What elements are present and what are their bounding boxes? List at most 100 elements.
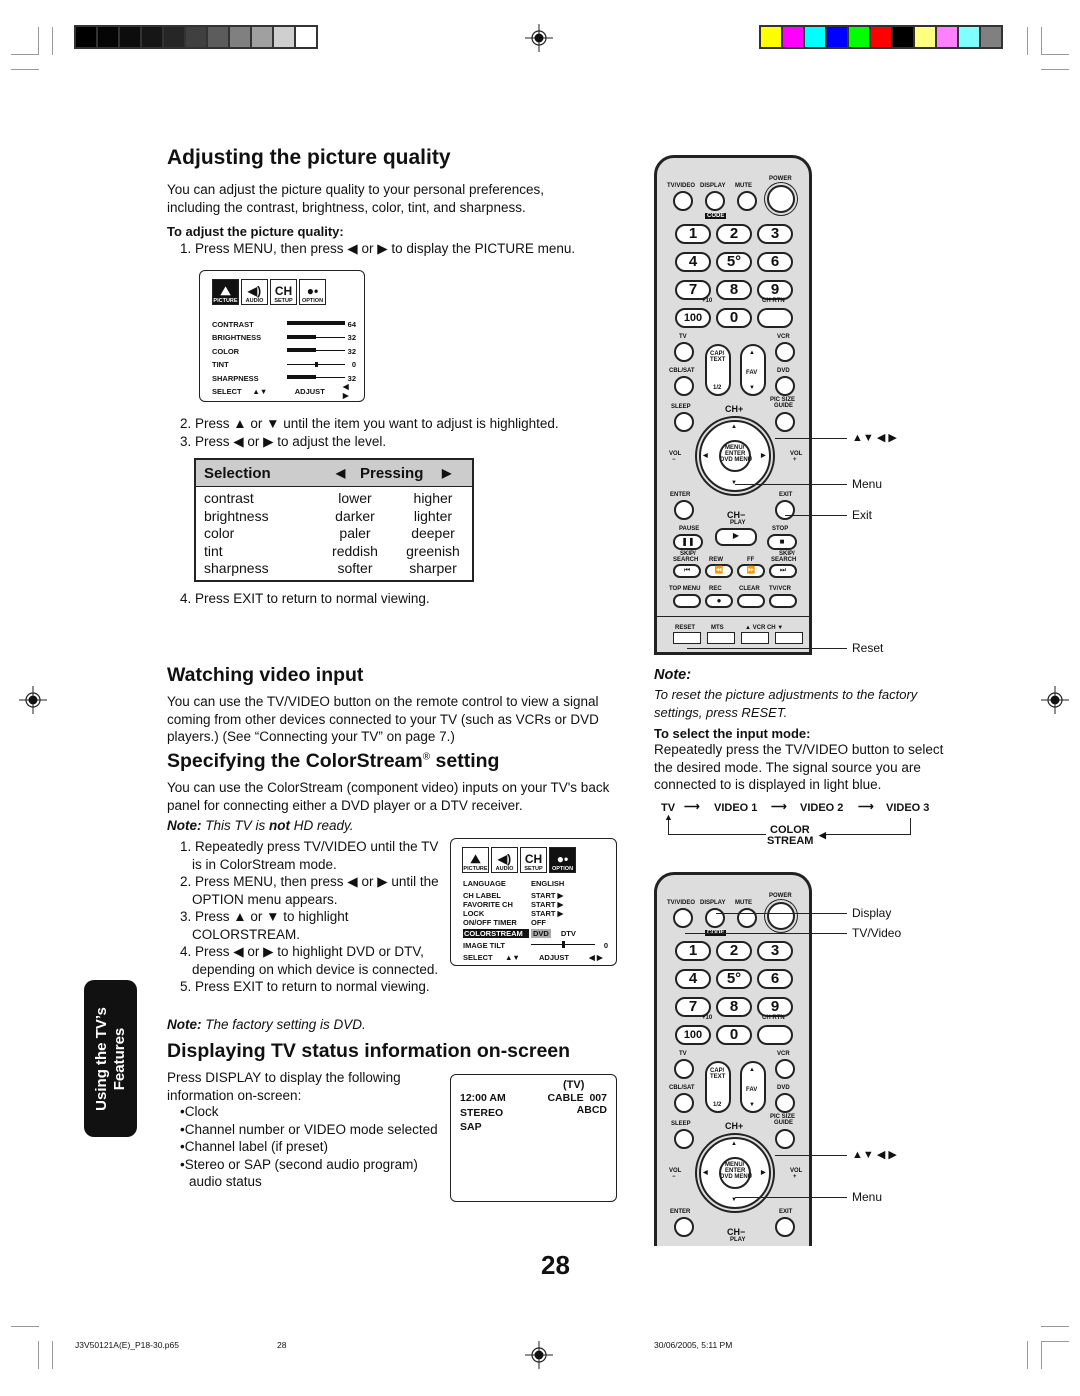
footer-page: 28 xyxy=(277,1340,287,1350)
picture-quality-subhead: To adjust the picture quality: xyxy=(167,224,344,239)
rew-label: REW xyxy=(709,557,723,563)
digit-button-100[interactable]: 100 xyxy=(675,308,711,328)
digit-button-4[interactable]: 4 xyxy=(675,252,711,272)
cblsat-button[interactable] xyxy=(674,376,694,396)
vcrch-up-button[interactable] xyxy=(741,632,769,644)
setting-slider-fill xyxy=(287,348,316,352)
crop-mark xyxy=(38,27,39,55)
tvvideo-button[interactable] xyxy=(673,191,693,211)
digit-button-chrtn[interactable] xyxy=(757,308,793,328)
mts-button[interactable] xyxy=(707,632,735,644)
status-bullet-item: •Channel number or VIDEO mode selected xyxy=(180,1121,438,1137)
digit-button-7[interactable]: 7 xyxy=(675,997,711,1017)
vcrch-down-button[interactable] xyxy=(775,632,803,644)
digit-button-5°[interactable]: 5° xyxy=(716,969,752,989)
flow-return-line xyxy=(910,818,911,835)
color-swatch xyxy=(142,27,162,47)
exit-label: EXIT xyxy=(779,1209,793,1215)
display-button[interactable] xyxy=(705,191,725,211)
digit-button-1[interactable]: 1 xyxy=(675,941,711,961)
vcr-button[interactable] xyxy=(775,1059,795,1079)
mute-button[interactable] xyxy=(737,191,757,211)
tv-button[interactable] xyxy=(674,1059,694,1079)
crop-mark xyxy=(52,27,53,55)
exit-button[interactable] xyxy=(775,1217,795,1237)
increase-cell: higher xyxy=(413,490,453,506)
factory-setting-note: Note: The factory setting is DVD. xyxy=(167,1016,366,1034)
setting-value: 0 xyxy=(351,360,356,369)
play-button[interactable]: ▶ xyxy=(715,528,757,546)
sleep-button[interactable] xyxy=(674,1129,694,1149)
digit-button-6[interactable]: 6 xyxy=(757,252,793,272)
skip-back-button[interactable]: ⏮ xyxy=(673,564,701,578)
adjust-arrows-icon: ◀ ▶ xyxy=(589,952,603,962)
color-swatch xyxy=(893,27,913,47)
enter-button[interactable] xyxy=(674,500,694,520)
skip-forward-button[interactable]: ⏭ xyxy=(769,564,797,578)
section-title-picture-quality: Adjusting the picture quality xyxy=(167,146,451,169)
pause-button[interactable]: ❚❚ xyxy=(673,534,703,550)
digit-button-4[interactable]: 4 xyxy=(675,969,711,989)
label-tvvideo: TV/VIDEO xyxy=(667,900,696,906)
digit-button-8[interactable]: 8 xyxy=(716,997,752,1017)
digit-button-2[interactable]: 2 xyxy=(716,941,752,961)
rew-button[interactable]: ⏪ xyxy=(705,564,733,578)
picture-setting-row: BRIGHTNESS 32 xyxy=(212,332,356,344)
tv-button[interactable] xyxy=(674,342,694,362)
status-channel: CABLE 007 xyxy=(547,1092,607,1104)
dvd-button[interactable] xyxy=(775,1093,795,1113)
dvd-menu-label: DVD MENU xyxy=(720,457,753,463)
digit-button-6[interactable]: 6 xyxy=(757,969,793,989)
tvvcr-button[interactable] xyxy=(769,594,797,608)
flow-arrow-icon: ⟶ xyxy=(771,801,787,813)
tvvideo-button[interactable] xyxy=(673,908,693,928)
rec-button[interactable]: ● xyxy=(705,594,733,608)
reset-button[interactable] xyxy=(673,632,701,644)
mute-button[interactable] xyxy=(737,908,757,928)
section-title-colorstream: Specifying the ColorStream® setting xyxy=(167,750,499,773)
digit-button-9[interactable]: 9 xyxy=(757,997,793,1017)
search-label: SEARCH xyxy=(673,557,699,563)
digit-button-0[interactable]: 0 xyxy=(716,1025,752,1045)
dvd-button[interactable] xyxy=(775,376,795,396)
digit-button-5°[interactable]: 5° xyxy=(716,252,752,272)
digit-button-0[interactable]: 0 xyxy=(716,308,752,328)
increase-cell: greenish xyxy=(406,542,460,559)
power-button[interactable] xyxy=(767,902,795,930)
topmenu-button[interactable] xyxy=(673,594,701,608)
digit-button-3[interactable]: 3 xyxy=(757,224,793,244)
video-input-body: You can use the TV/VIDEO button on the r… xyxy=(167,694,599,744)
digit-button-3[interactable]: 3 xyxy=(757,941,793,961)
enter-button[interactable] xyxy=(674,1217,694,1237)
decrease-cell: lower xyxy=(338,490,372,506)
clear-label: CLEAR xyxy=(739,586,760,592)
color-swatch xyxy=(296,27,316,47)
remote-control-illustration: TV/VIDEO DISPLAY MUTE POWER CODE 123 45°6 789 10… xyxy=(654,155,812,655)
digit-button-100[interactable]: 100 xyxy=(675,1025,711,1045)
rec-label: REC xyxy=(709,586,722,592)
vcr-button[interactable] xyxy=(775,342,795,362)
power-button[interactable] xyxy=(767,185,795,213)
option-menu-screen: ⛰ PICTURE ◀) AUDIO CH SETUP ●• OPTION LANGUAGE … xyxy=(450,838,617,966)
note-label: Note: xyxy=(167,818,202,833)
digit-button-7[interactable]: 7 xyxy=(675,280,711,300)
input-mode-head: To select the input mode: xyxy=(654,726,811,741)
stop-button[interactable]: ■ xyxy=(767,534,797,550)
cblsat-button[interactable] xyxy=(674,1093,694,1113)
colorstream-step: 4. Press ◀ or ▶ to highlight DVD or DTV,… xyxy=(180,944,439,977)
picsize-button[interactable] xyxy=(775,412,795,432)
digit-button-chrtn[interactable] xyxy=(757,1025,793,1045)
picsize-button[interactable] xyxy=(775,1129,795,1149)
registration-mark-icon xyxy=(525,24,553,52)
sleep-button[interactable] xyxy=(674,412,694,432)
digit-button-2[interactable]: 2 xyxy=(716,224,752,244)
display-button[interactable] xyxy=(705,908,725,928)
menu-tab-label: OPTION xyxy=(551,866,574,872)
digit-button-8[interactable]: 8 xyxy=(716,280,752,300)
clear-button[interactable] xyxy=(737,594,765,608)
digit-button-9[interactable]: 9 xyxy=(757,280,793,300)
digit-button-1[interactable]: 1 xyxy=(675,224,711,244)
ff-button[interactable]: ⏩ xyxy=(737,564,765,578)
exit-button[interactable] xyxy=(775,500,795,520)
setting-slider-fill xyxy=(287,375,316,379)
